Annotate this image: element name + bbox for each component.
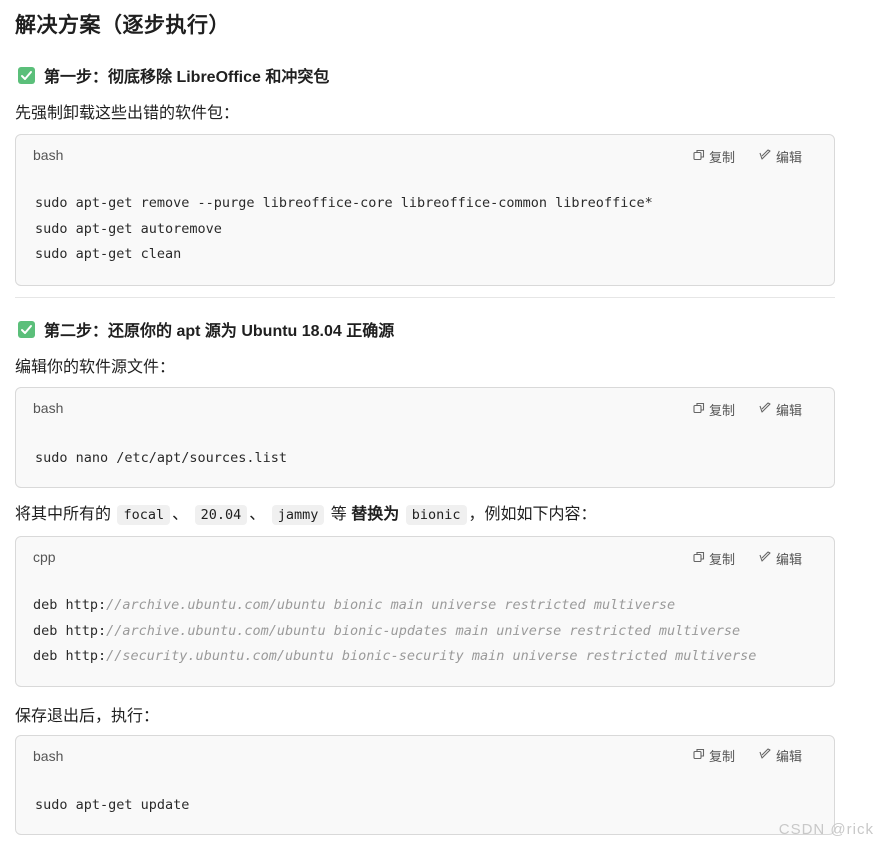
- edit-button[interactable]: 编辑: [759, 400, 802, 419]
- replace-middle: 等: [330, 506, 347, 523]
- edit-button[interactable]: 编辑: [759, 746, 802, 765]
- edit-button[interactable]: 编辑: [759, 147, 802, 166]
- copy-label: 复制: [708, 749, 735, 764]
- edit-label: 编辑: [775, 150, 802, 165]
- code-line: deb http://archive.ubuntu.com/ubuntu bio…: [33, 619, 756, 645]
- edit-label: 编辑: [775, 749, 802, 764]
- code-line: sudo apt-get clean: [35, 246, 182, 262]
- edit-icon: [759, 402, 772, 417]
- copy-button[interactable]: 复制: [693, 549, 735, 568]
- copy-button[interactable]: 复制: [693, 746, 735, 765]
- inline-code-focal: focal: [117, 505, 171, 525]
- code-line: deb http://archive.ubuntu.com/ubuntu bio…: [33, 593, 756, 619]
- step-1-heading: 第一步：彻底移除 LibreOffice 和冲突包: [18, 63, 329, 87]
- save-instruction: 保存退出后，执行：: [15, 708, 160, 725]
- step-2-intro: 编辑你的软件源文件：: [15, 359, 176, 376]
- page-title: 解决方案（逐步执行）: [15, 14, 230, 37]
- code-actions: 复制 编辑: [693, 746, 802, 765]
- code-lang-label: bash: [33, 147, 64, 163]
- step-2-heading-text: 第二步：还原你的 apt 源为 Ubuntu 18.04 正确源: [44, 323, 395, 340]
- code-actions: 复制 编辑: [693, 147, 802, 166]
- code-block-1: bash 复制 编辑 sudo apt-get remove --purge l…: [15, 134, 835, 286]
- code-line: sudo apt-get remove --purge libreoffice-…: [35, 195, 653, 211]
- edit-label: 编辑: [775, 403, 802, 418]
- step-1-intro: 先强制卸载这些出错的软件包：: [15, 105, 240, 122]
- inline-code-bionic: bionic: [405, 505, 467, 525]
- separator: 、: [172, 506, 189, 523]
- watermark: CSDN @rick: [778, 821, 874, 838]
- check-icon: [18, 66, 35, 84]
- replace-bold: 替换为: [351, 506, 400, 523]
- code-comment: //archive.ubuntu.com/ubuntu bionic main …: [106, 597, 676, 613]
- code-line: sudo apt-get update: [35, 797, 190, 813]
- separator: 、: [249, 506, 266, 523]
- code-lang-label: cpp: [33, 549, 56, 565]
- copy-icon: [693, 748, 705, 763]
- copy-label: 复制: [708, 552, 735, 567]
- copy-label: 复制: [708, 403, 735, 418]
- code-lang-label: bash: [33, 400, 64, 416]
- inline-code-version: 20.04: [194, 505, 248, 525]
- code-actions: 复制 编辑: [693, 549, 802, 568]
- code-comment: //archive.ubuntu.com/ubuntu bionic-updat…: [106, 622, 741, 639]
- copy-button[interactable]: 复制: [693, 147, 735, 166]
- edit-icon: [759, 149, 772, 164]
- edit-button[interactable]: 编辑: [759, 549, 802, 568]
- section-divider: [15, 297, 835, 298]
- check-icon: [18, 320, 35, 338]
- code-keyword: deb http:: [33, 622, 107, 639]
- code-line: sudo apt-get autoremove: [35, 220, 222, 237]
- code-block-3: cpp 复制 编辑 deb http://archive.ubuntu.com/…: [15, 536, 835, 687]
- replace-instruction: 将其中所有的 focal、 20.04、 jammy 等 替换为 bionic，…: [15, 500, 597, 525]
- copy-icon: [693, 149, 705, 164]
- code-comment: //security.ubuntu.com/ubuntu bionic-secu…: [106, 648, 757, 664]
- code-lines: sudo apt-get remove --purge libreoffice-…: [35, 191, 653, 268]
- edit-icon: [759, 748, 772, 763]
- edit-icon: [759, 551, 772, 566]
- code-actions: 复制 编辑: [693, 400, 802, 419]
- copy-label: 复制: [708, 150, 735, 165]
- code-keyword: deb http:: [33, 597, 107, 613]
- code-line: sudo nano /etc/apt/sources.list: [35, 450, 287, 466]
- code-lines: sudo nano /etc/apt/sources.list: [35, 446, 287, 472]
- code-block-2: bash 复制 编辑 sudo nano /etc/apt/sources.li…: [15, 387, 835, 488]
- code-lines: sudo apt-get update: [35, 793, 189, 819]
- step-1-heading-text: 第一步：彻底移除 LibreOffice 和冲突包: [44, 69, 330, 86]
- copy-button[interactable]: 复制: [693, 400, 735, 419]
- code-lang-label: bash: [33, 748, 64, 764]
- copy-icon: [693, 402, 705, 417]
- inline-code-jammy: jammy: [271, 505, 325, 525]
- code-block-4: bash 复制 编辑 sudo apt-get update: [15, 735, 835, 835]
- replace-prefix: 将其中所有的: [15, 506, 112, 523]
- copy-icon: [693, 551, 705, 566]
- code-keyword: deb http:: [33, 648, 107, 664]
- code-line: deb http://security.ubuntu.com/ubuntu bi…: [33, 644, 756, 670]
- step-2-heading: 第二步：还原你的 apt 源为 Ubuntu 18.04 正确源: [18, 317, 394, 341]
- edit-label: 编辑: [775, 552, 802, 567]
- code-lines: deb http://archive.ubuntu.com/ubuntu bio…: [33, 593, 756, 670]
- replace-suffix: ，例如如下内容：: [468, 506, 597, 523]
